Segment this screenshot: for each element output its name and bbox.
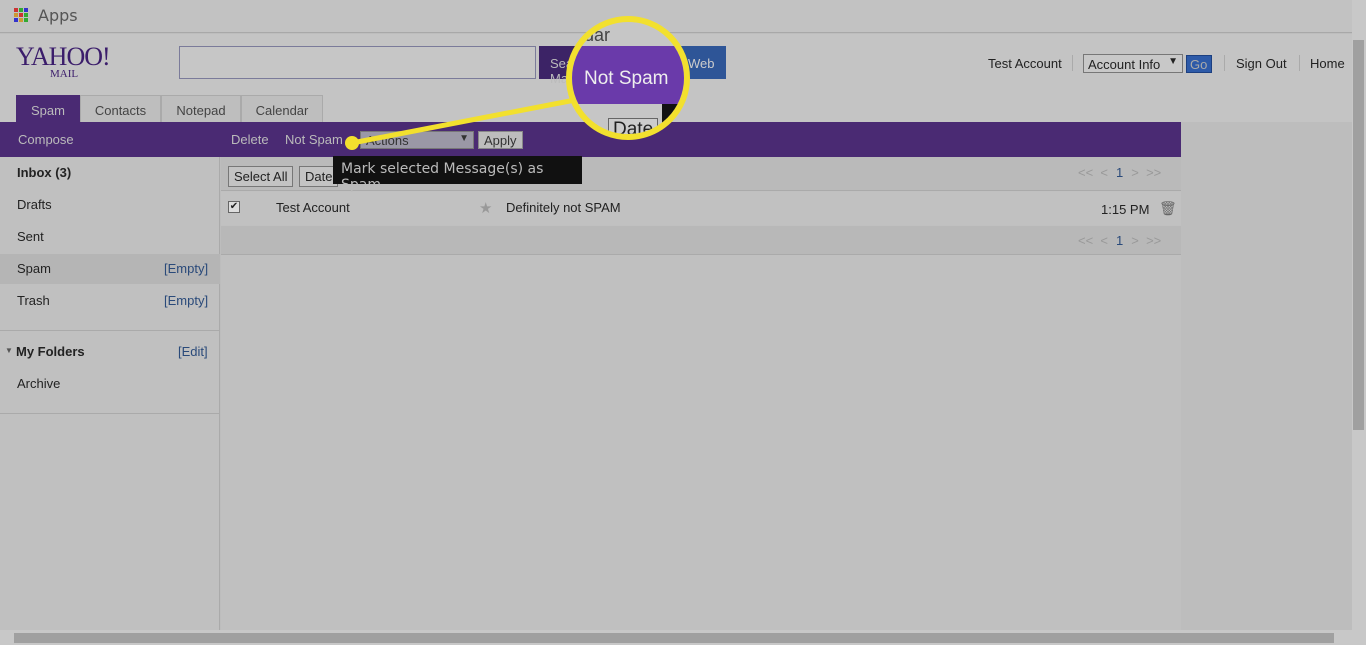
magnifier-callout: dar Not Spam Date [566,16,690,140]
callout-dot [345,136,359,150]
magnified-not-spam: Not Spam [584,68,669,89]
magnified-tab-fragment: dar [584,25,611,45]
